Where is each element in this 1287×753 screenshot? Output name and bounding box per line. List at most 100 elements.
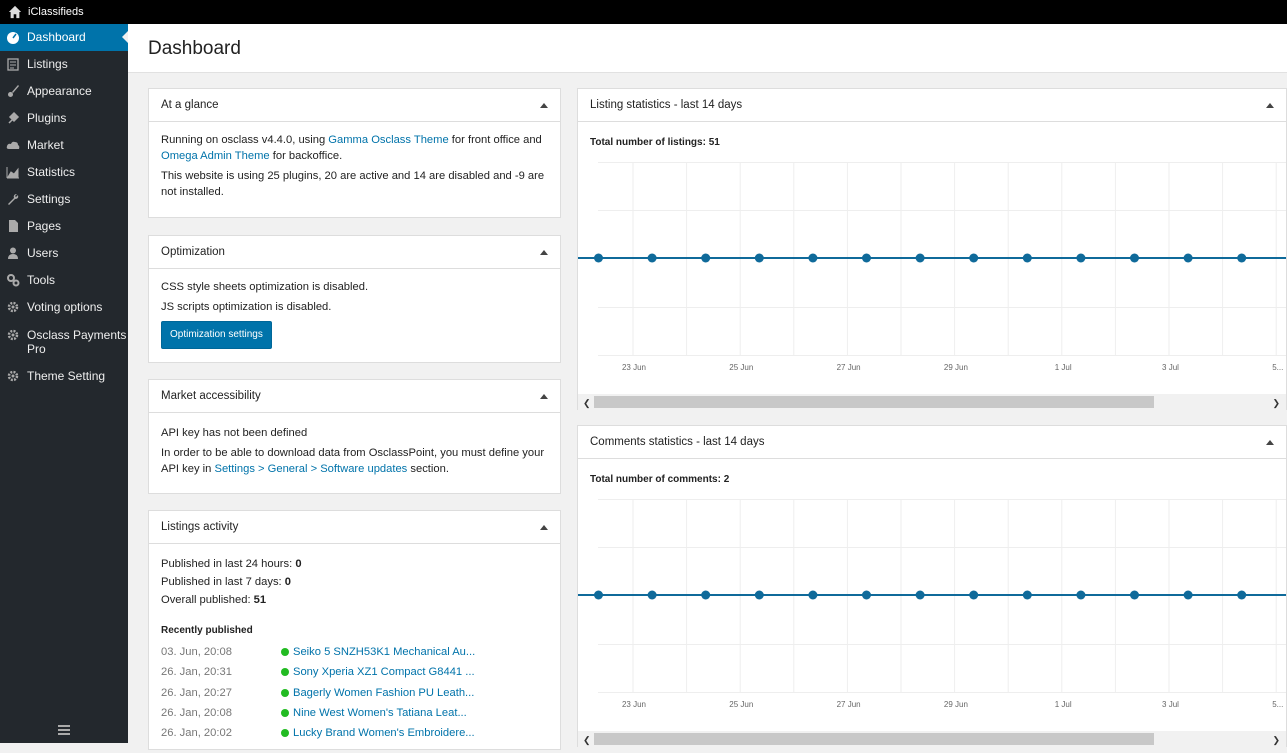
admin-theme-link[interactable]: Omega Admin Theme bbox=[161, 150, 270, 162]
recent-heading: Recently published bbox=[161, 625, 253, 636]
collapse-caret-icon[interactable] bbox=[540, 249, 548, 255]
front-theme-link[interactable]: Gamma Osclass Theme bbox=[328, 134, 448, 146]
status-dot-icon bbox=[281, 729, 289, 738]
menu-collapse-icon[interactable] bbox=[58, 725, 70, 735]
sidebar-item-theme-setting[interactable]: Theme Setting bbox=[0, 363, 128, 390]
data-point[interactable] bbox=[808, 253, 818, 263]
panel-header: At a glance bbox=[149, 89, 560, 122]
text: Published in last 24 hours: bbox=[161, 558, 296, 570]
at-a-glance-panel: At a glance Running on osclass v4.4.0, u… bbox=[148, 88, 561, 218]
sidebar-item-listings[interactable]: Listings bbox=[0, 51, 128, 78]
sidebar-item-plugins[interactable]: Plugins bbox=[0, 105, 128, 132]
optimization-settings-button[interactable]: Optimization settings bbox=[161, 321, 272, 349]
data-point[interactable] bbox=[594, 253, 603, 263]
scroll-left-icon[interactable]: ❮ bbox=[583, 735, 591, 746]
data-point[interactable] bbox=[647, 253, 657, 263]
scroll-left-icon[interactable]: ❮ bbox=[583, 398, 591, 409]
x-tick-label: 5... bbox=[1272, 700, 1283, 709]
plugins-text: This website is using 25 plugins, 20 are… bbox=[161, 170, 545, 198]
sidebar-item-market[interactable]: Market bbox=[0, 132, 128, 159]
text: for front office and bbox=[448, 134, 542, 146]
comments-statistics-panel: Comments statistics - last 14 days Total… bbox=[577, 425, 1287, 747]
recent-listing-link[interactable]: Bagerly Women Fashion PU Leath... bbox=[293, 684, 474, 702]
recent-listing-link[interactable]: Lucky Brand Women's Embroidere... bbox=[293, 724, 475, 742]
list-item: 26. Jan, 20:31 Sony Xperia XZ1 Compact G8… bbox=[161, 662, 548, 682]
data-point[interactable] bbox=[701, 253, 711, 263]
scroll-right-icon[interactable]: ❯ bbox=[1272, 735, 1280, 746]
data-point[interactable] bbox=[1130, 590, 1139, 600]
panel-title: Listing statistics - last 14 days bbox=[590, 99, 743, 111]
sidebar-item-tools[interactable]: Tools bbox=[0, 267, 128, 294]
x-tick-label: 23 Jun bbox=[622, 363, 646, 372]
collapse-caret-icon[interactable] bbox=[540, 393, 548, 399]
api-key-status: API key has not been defined bbox=[161, 427, 308, 439]
chart-scrollbar[interactable]: ❮ ❯ bbox=[578, 731, 1286, 747]
recent-listing-link[interactable]: Seiko 5 SNZH53K1 Mechanical Au... bbox=[293, 643, 475, 661]
collapse-caret-icon[interactable] bbox=[540, 102, 548, 108]
sidebar-item-statistics[interactable]: Statistics bbox=[0, 159, 128, 186]
scrollbar-thumb[interactable] bbox=[594, 733, 1154, 745]
sidebar-item-label: Appearance bbox=[27, 84, 92, 98]
data-point[interactable] bbox=[969, 590, 979, 600]
data-point[interactable] bbox=[1237, 590, 1247, 600]
data-point[interactable] bbox=[1076, 590, 1086, 600]
data-point[interactable] bbox=[915, 590, 925, 600]
x-tick-label: 23 Jun bbox=[622, 700, 646, 709]
data-point[interactable] bbox=[647, 590, 657, 600]
x-tick-label: 3 Jul bbox=[1162, 363, 1179, 372]
panel-title: Listings activity bbox=[161, 521, 239, 533]
data-point[interactable] bbox=[701, 590, 711, 600]
sidebar-item-label: Plugins bbox=[27, 111, 67, 125]
recent-date: 26. Jan, 20:08 bbox=[161, 707, 232, 720]
data-point[interactable] bbox=[1076, 253, 1086, 263]
home-icon[interactable] bbox=[8, 5, 22, 19]
scrollbar-thumb[interactable] bbox=[594, 396, 1154, 408]
data-point[interactable] bbox=[754, 590, 764, 600]
data-point[interactable] bbox=[808, 590, 818, 600]
data-point[interactable] bbox=[594, 590, 603, 600]
data-point[interactable] bbox=[862, 253, 871, 263]
data-point[interactable] bbox=[1183, 590, 1193, 600]
sidebar-item-voting-options[interactable]: Voting options bbox=[0, 294, 128, 321]
data-point[interactable] bbox=[915, 253, 925, 263]
collapse-caret-icon[interactable] bbox=[1266, 102, 1274, 108]
cloud-icon bbox=[6, 141, 20, 149]
x-tick-label: 1 Jul bbox=[1055, 363, 1072, 372]
data-point[interactable] bbox=[969, 253, 979, 263]
sidebar-item-settings[interactable]: Settings bbox=[0, 186, 128, 213]
data-point[interactable] bbox=[1183, 253, 1193, 263]
sidebar-item-appearance[interactable]: Appearance bbox=[0, 78, 128, 105]
text: Published in last 7 days: bbox=[161, 576, 285, 588]
value: 51 bbox=[253, 594, 267, 606]
status-dot-icon bbox=[281, 709, 289, 718]
x-tick-label: 29 Jun bbox=[944, 363, 968, 372]
data-point[interactable] bbox=[1022, 590, 1032, 600]
user-icon bbox=[8, 247, 18, 259]
site-name-link[interactable]: iClassifieds bbox=[28, 6, 84, 18]
data-point[interactable] bbox=[862, 590, 871, 600]
sidebar-item-dashboard[interactable]: Dashboard bbox=[0, 24, 128, 51]
data-point[interactable] bbox=[1022, 253, 1032, 263]
sidebar-item-label: Listings bbox=[27, 57, 68, 71]
page-icon bbox=[9, 220, 18, 232]
sidebar-item-osclass-payments-pro[interactable]: Osclass Payments Pro bbox=[0, 321, 128, 363]
software-updates-link[interactable]: Settings > General > Software updates bbox=[214, 463, 407, 475]
text: Overall published: bbox=[161, 594, 254, 606]
sidebar-item-users[interactable]: Users bbox=[0, 240, 128, 267]
value: 0 bbox=[295, 558, 302, 570]
scroll-right-icon[interactable]: ❯ bbox=[1272, 398, 1280, 409]
recent-listing-link[interactable]: Sony Xperia XZ1 Compact G8441 ... bbox=[293, 663, 475, 681]
data-point[interactable] bbox=[1130, 253, 1139, 263]
version-text: Running on osclass v4.4.0, using Gamma O… bbox=[161, 132, 548, 164]
sidebar-item-pages[interactable]: Pages bbox=[0, 213, 128, 240]
data-point[interactable] bbox=[1237, 253, 1247, 263]
collapse-caret-icon[interactable] bbox=[540, 524, 548, 530]
chart-scrollbar[interactable]: ❮ ❯ bbox=[578, 394, 1286, 410]
recent-listing-link[interactable]: Nine West Women's Tatiana Leat... bbox=[293, 704, 467, 722]
recent-date: 26. Jan, 20:02 bbox=[161, 727, 232, 740]
data-point[interactable] bbox=[754, 253, 764, 263]
market-accessibility-panel: Market accessibility API key has not bee… bbox=[148, 379, 561, 494]
collapse-caret-icon[interactable] bbox=[1266, 439, 1274, 445]
text: for backoffice. bbox=[269, 150, 343, 162]
sidebar-item-label: Settings bbox=[27, 192, 71, 206]
